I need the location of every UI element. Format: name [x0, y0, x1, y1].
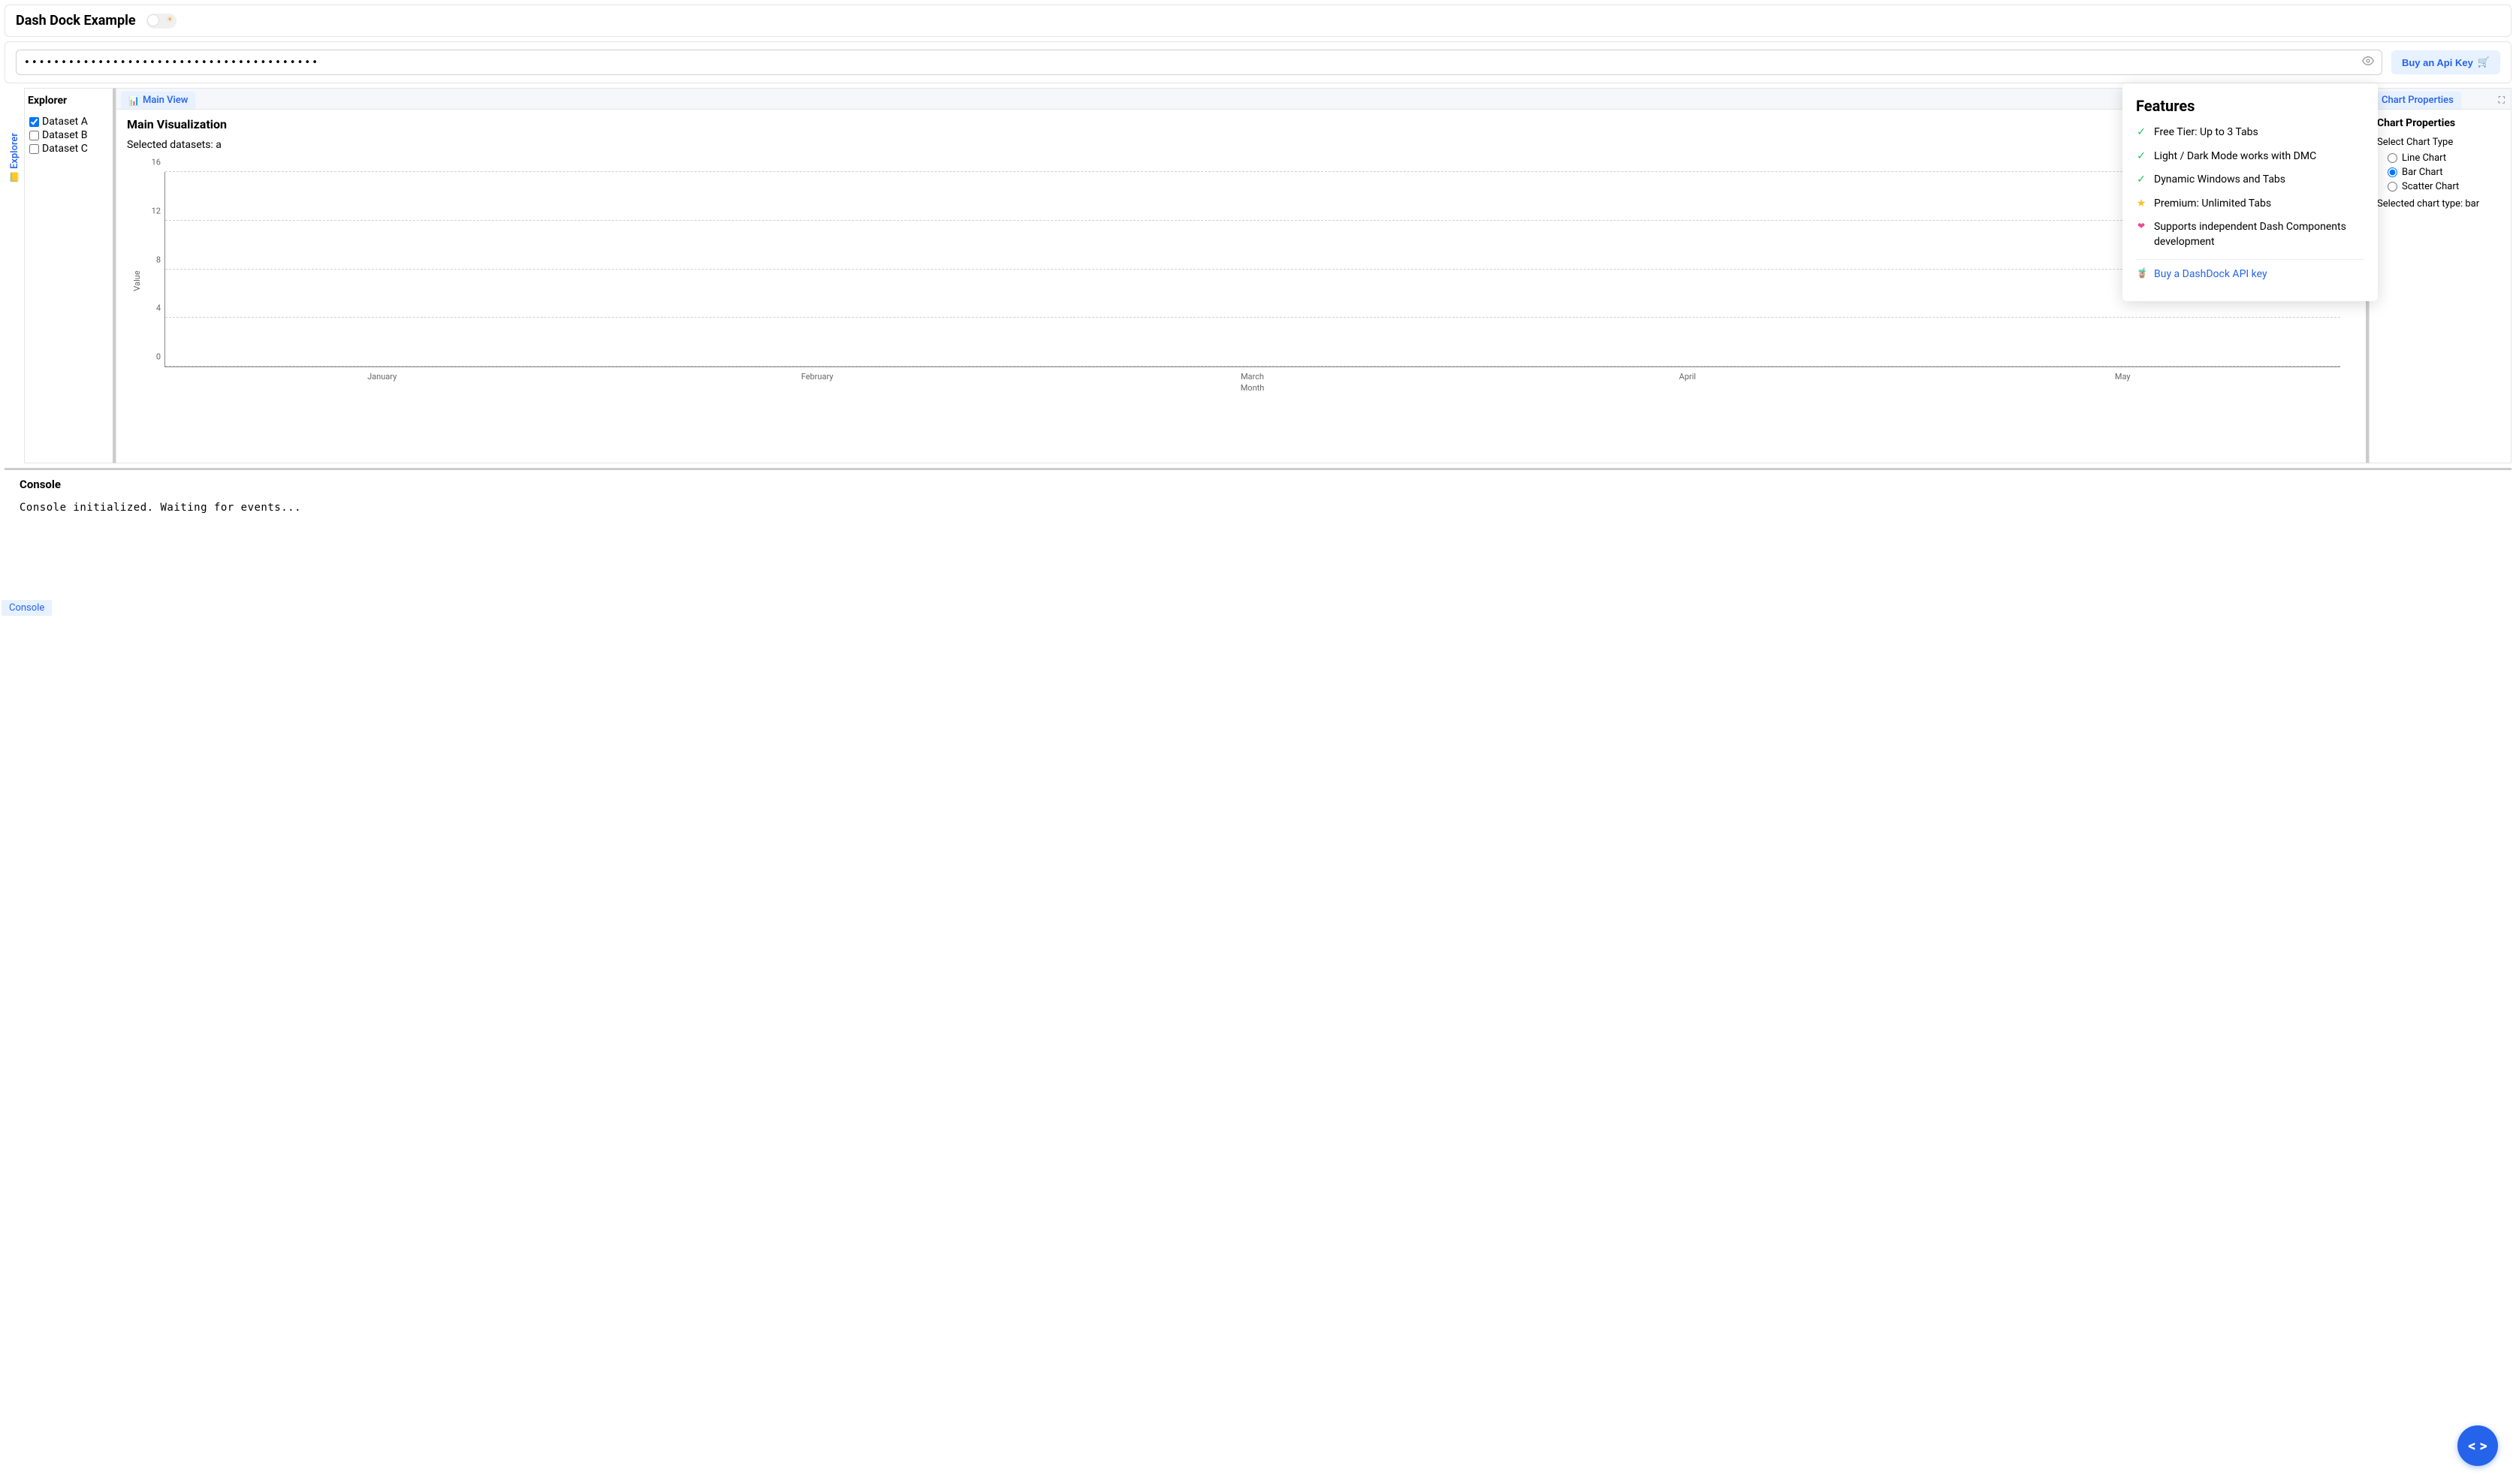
tab-chart-properties[interactable]: Chart Properties [2374, 92, 2461, 109]
feature-item: ★ Premium: Unlimited Tabs [2136, 197, 2364, 212]
folder-icon: 📒 [9, 172, 20, 182]
dataset-checkbox[interactable] [29, 117, 39, 127]
app-title: Dash Dock Example [16, 13, 136, 29]
features-title: Features [2136, 97, 2364, 115]
star-icon: ★ [2136, 197, 2146, 212]
x-tick: April [1492, 372, 1883, 382]
y-tick: 12 [152, 206, 165, 216]
feature-text: Dynamic Windows and Tabs [2154, 173, 2285, 188]
dataset-checkbox[interactable] [29, 144, 39, 154]
feature-text: Free Tier: Up to 3 Tabs [2154, 125, 2258, 140]
devtools-fab[interactable]: < > [2457, 1425, 2498, 1466]
x-tick: May [1927, 372, 2318, 382]
gridline [165, 317, 2340, 318]
dataset-label: Dataset A [42, 116, 88, 128]
console-panel: Console Console initialized. Waiting for… [5, 468, 2511, 596]
heart-icon: ❤ [2136, 220, 2146, 233]
chart-properties-panel: Chart Properties ⛶ Chart Properties Sele… [2369, 88, 2511, 463]
select-chart-type-label: Select Chart Type [2377, 137, 2503, 148]
props-tab-strip: Chart Properties ⛶ [2370, 89, 2511, 110]
drink-icon: 🧋 [2136, 267, 2146, 281]
dock-area: Explorer 📒 Explorer Dataset ADataset B Da… [5, 88, 2511, 463]
tab-chart-properties-label: Chart Properties [2382, 95, 2454, 106]
dataset-checkbox-row[interactable]: Dataset C [29, 143, 110, 155]
cart-icon: 🛒 [2478, 56, 2490, 68]
feature-item: ❤ Supports independent Dash Components de… [2136, 220, 2364, 249]
main-body: Main Visualization Selected datasets: a … [116, 110, 2366, 463]
y-tick: 16 [152, 158, 165, 167]
feature-item: ✓ Dynamic Windows and Tabs [2136, 173, 2364, 188]
console-output: Console initialized. Waiting for events.… [20, 502, 2496, 514]
dataset-checkbox-row[interactable]: Dataset B [29, 129, 110, 141]
check-icon: ✓ [2136, 173, 2146, 188]
api-key-input-wrap [16, 50, 2382, 75]
chart-type-radio[interactable] [2388, 167, 2397, 177]
chart-type-radio[interactable] [2388, 182, 2397, 192]
check-icon: ✓ [2136, 125, 2146, 140]
theme-toggle[interactable]: ☀ [146, 14, 176, 29]
plot-area: 0481216 [164, 172, 2340, 367]
tab-console[interactable]: Console [2, 600, 52, 616]
selected-chart-type-text: Selected chart type: bar [2377, 198, 2503, 210]
console-title: Console [20, 478, 2496, 491]
features-popover: Features ✓ Free Tier: Up to 3 Tabs ✓ Light … [2122, 83, 2378, 301]
explorer-rail[interactable]: Explorer 📒 [5, 88, 24, 463]
bar-chart-icon: 📊 [128, 95, 140, 106]
y-axis-label: Value [132, 270, 142, 291]
y-tick: 4 [156, 303, 165, 313]
chart[interactable]: Value 0481216 JanuaryFebruaryMarchAprilM… [127, 157, 2355, 405]
feature-item: ✓ Light / Dark Mode works with DMC [2136, 149, 2364, 164]
header-bar: Dash Dock Example ☀ [5, 5, 2511, 37]
sun-icon: ☀ [167, 16, 173, 24]
main-panel: 📊 Main View Main Visualization Selected … [116, 88, 2369, 463]
explorer-panel: Explorer Dataset ADataset B Dataset C [24, 88, 116, 463]
buy-dashdock-link[interactable]: Buy a DashDock API key [2154, 267, 2267, 282]
chart-type-label: Scatter Chart [2402, 181, 2459, 192]
tab-main-view-label: Main View [143, 95, 188, 106]
explorer-rail-label: Explorer [9, 133, 20, 169]
dataset-checkbox-row[interactable]: Dataset A [29, 116, 110, 128]
chart-type-label: Bar Chart [2402, 167, 2442, 178]
chart-type-radio-row[interactable]: Scatter Chart [2388, 181, 2503, 192]
expand-icon[interactable]: ⛶ [2499, 95, 2505, 106]
main-tab-strip: 📊 Main View [116, 89, 2366, 110]
feature-text: Supports independent Dash Components dev… [2154, 220, 2364, 249]
gridline [165, 171, 2340, 172]
chart-type-radio[interactable] [2388, 153, 2397, 163]
dataset-checkbox[interactable] [29, 131, 39, 140]
gridline [165, 220, 2340, 221]
dataset-label: Dataset C [42, 143, 88, 155]
tab-main-view[interactable]: 📊 Main View [121, 92, 195, 109]
feature-text: Light / Dark Mode works with DMC [2154, 149, 2316, 164]
y-tick: 0 [156, 352, 165, 362]
explorer-title: Explorer [28, 95, 110, 107]
check-icon: ✓ [2136, 149, 2146, 164]
x-tick: February [621, 372, 1012, 382]
gridline [165, 269, 2340, 270]
main-viz-title: Main Visualization [127, 117, 2355, 131]
chart-type-radio-row[interactable]: Bar Chart [2388, 167, 2503, 178]
code-icon: < > [2468, 1437, 2487, 1455]
api-key-input[interactable] [24, 57, 2355, 68]
toggle-knob [147, 14, 159, 26]
api-key-bar: Buy an Api Key 🛒 [5, 41, 2511, 83]
feature-text: Premium: Unlimited Tabs [2154, 197, 2271, 212]
x-tick: March [1057, 372, 1448, 382]
props-body: Chart Properties Select Chart Type Line … [2370, 110, 2511, 217]
selected-datasets-text: Selected datasets: a [127, 139, 2355, 151]
y-tick: 8 [156, 255, 165, 264]
eye-icon[interactable] [2362, 55, 2374, 70]
buy-api-key-button[interactable]: Buy an Api Key 🛒 [2391, 50, 2500, 74]
x-tick: January [186, 372, 578, 382]
x-axis-label: Month [164, 383, 2340, 393]
chart-type-radio-row[interactable]: Line Chart [2388, 152, 2503, 164]
chart-type-label: Line Chart [2402, 152, 2446, 164]
divider [2136, 259, 2364, 260]
buy-api-key-label: Buy an Api Key [2402, 57, 2473, 68]
dataset-label: Dataset B [42, 129, 87, 141]
chart-properties-title: Chart Properties [2377, 117, 2503, 129]
feature-item: ✓ Free Tier: Up to 3 Tabs [2136, 125, 2364, 140]
